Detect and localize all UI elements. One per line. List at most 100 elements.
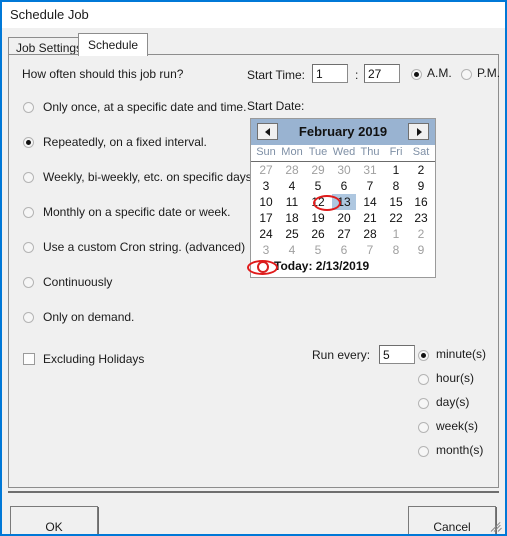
radio-monthly-indicator[interactable] [23, 207, 34, 218]
calendar-day[interactable]: 7 [358, 242, 382, 258]
radio-once-label: Only once, at a specific date and time. [43, 100, 247, 114]
today-label: Today: 2/13/2019 [274, 259, 370, 273]
day-header-tue: Tue [308, 146, 328, 158]
radio-pm-label: P.M. [477, 66, 501, 80]
calendar-day[interactable]: 4 [280, 178, 304, 194]
window-title: Schedule Job [10, 7, 89, 22]
right-arrow-icon [416, 127, 422, 136]
calendar-day[interactable]: 27 [254, 162, 278, 178]
radio-am-label: A.M. [427, 66, 452, 80]
schedule-job-dialog: Schedule Job Job Settings Schedule How o… [0, 0, 507, 536]
day-header-mon: Mon [281, 146, 303, 158]
radio-once-indicator[interactable] [23, 102, 34, 113]
day-header-sat: Sat [412, 146, 430, 158]
start-time-hour-input[interactable] [312, 64, 348, 83]
calendar-day[interactable]: 23 [409, 210, 433, 226]
calendar-day[interactable]: 9 [409, 242, 433, 258]
resize-grip[interactable] [490, 520, 503, 532]
radio-unit-hours-label: hour(s) [436, 371, 475, 385]
calendar-day[interactable]: 5 [306, 242, 330, 258]
radio-unit-days-label: day(s) [436, 395, 470, 409]
calendar-day[interactable]: 27 [332, 226, 356, 242]
radio-unit-weeks-indicator[interactable] [418, 422, 429, 433]
calendar-day[interactable]: 1 [384, 226, 408, 242]
calendar-day-selected[interactable]: 13 [332, 194, 356, 210]
radio-unit-months-label: month(s) [436, 443, 484, 457]
radio-continuously-indicator[interactable] [23, 277, 34, 288]
next-month-button[interactable] [408, 123, 429, 140]
calendar-day[interactable]: 2 [409, 226, 433, 242]
run-every-label: Run every: [312, 348, 371, 362]
dialog-button-bar: OK Cancel [2, 491, 505, 534]
cancel-button[interactable]: Cancel [408, 506, 496, 534]
calendar-day[interactable]: 1 [384, 162, 408, 178]
calendar-day[interactable]: 29 [306, 162, 330, 178]
radio-cron-indicator[interactable] [23, 242, 34, 253]
radio-unit-weeks-label: week(s) [436, 419, 479, 433]
calendar-day[interactable]: 12 [306, 194, 330, 210]
start-date-label: Start Date: [247, 99, 305, 113]
calendar-day[interactable]: 20 [332, 210, 356, 226]
tab-strip: Job Settings Schedule [8, 33, 499, 56]
run-every-interval-input[interactable] [379, 345, 415, 364]
ok-button[interactable]: OK [10, 506, 98, 534]
calendar-day[interactable]: 31 [358, 162, 382, 178]
calendar-day[interactable]: 14 [358, 194, 382, 210]
start-time-separator: : [355, 68, 359, 82]
day-header-wed: Wed [332, 146, 356, 158]
calendar-day[interactable]: 30 [332, 162, 356, 178]
calendar-day[interactable]: 28 [358, 226, 382, 242]
calendar-day[interactable]: 8 [384, 242, 408, 258]
calendar-today-row: Today: 2/13/2019 [251, 258, 435, 276]
start-time-minute-input[interactable] [364, 64, 400, 83]
calendar-day[interactable]: 5 [306, 178, 330, 194]
date-picker-calendar[interactable]: February 2019 Sun Mon Tue Wed Thu Fri Sa… [250, 118, 436, 278]
calendar-day[interactable]: 26 [306, 226, 330, 242]
calendar-day[interactable]: 4 [280, 242, 304, 258]
calendar-day[interactable]: 11 [280, 194, 304, 210]
button-bar-separator [8, 491, 499, 493]
day-header-fri: Fri [389, 146, 403, 158]
day-header-thu: Thu [360, 146, 380, 158]
radio-on-demand-label: Only on demand. [43, 310, 135, 324]
radio-continuously-label: Continuously [43, 275, 113, 289]
radio-unit-days-indicator[interactable] [418, 398, 429, 409]
calendar-day[interactable]: 18 [280, 210, 304, 226]
calendar-day[interactable]: 21 [358, 210, 382, 226]
radio-weekly-indicator[interactable] [23, 172, 34, 183]
calendar-day[interactable]: 6 [332, 178, 356, 194]
calendar-day[interactable]: 19 [306, 210, 330, 226]
calendar-header: February 2019 [251, 119, 435, 145]
radio-repeatedly-indicator[interactable] [23, 137, 34, 148]
calendar-day[interactable]: 22 [384, 210, 408, 226]
calendar-day[interactable]: 8 [384, 178, 408, 194]
radio-am-indicator[interactable] [411, 69, 422, 80]
calendar-day[interactable]: 9 [409, 178, 433, 194]
calendar-day[interactable]: 6 [332, 242, 356, 258]
calendar-day[interactable]: 28 [280, 162, 304, 178]
calendar-day[interactable]: 16 [409, 194, 433, 210]
frequency-question-label: How often should this job run? [22, 67, 184, 81]
radio-repeatedly-label: Repeatedly, on a fixed interval. [43, 135, 207, 149]
radio-unit-months-indicator[interactable] [418, 446, 429, 457]
calendar-day[interactable]: 3 [254, 178, 278, 194]
radio-unit-minutes-indicator[interactable] [418, 350, 429, 361]
calendar-day[interactable]: 3 [254, 242, 278, 258]
calendar-day[interactable]: 25 [280, 226, 304, 242]
dialog-client-area: Job Settings Schedule How often should t… [2, 28, 505, 534]
calendar-day[interactable]: 24 [254, 226, 278, 242]
title-bar: Schedule Job [2, 2, 505, 28]
day-header-sun: Sun [256, 146, 276, 158]
calendar-day[interactable]: 15 [384, 194, 408, 210]
calendar-day[interactable]: 10 [254, 194, 278, 210]
radio-on-demand-indicator[interactable] [23, 312, 34, 323]
checkbox-excluding-holidays-box[interactable] [23, 353, 35, 365]
calendar-day[interactable]: 2 [409, 162, 433, 178]
tab-schedule[interactable]: Schedule [78, 33, 149, 56]
radio-monthly-label: Monthly on a specific date or week. [43, 205, 231, 219]
calendar-day[interactable]: 7 [358, 178, 382, 194]
radio-unit-hours-indicator[interactable] [418, 374, 429, 385]
calendar-day[interactable]: 17 [254, 210, 278, 226]
radio-pm-indicator[interactable] [461, 69, 472, 80]
radio-unit-minutes-label: minute(s) [436, 347, 487, 361]
